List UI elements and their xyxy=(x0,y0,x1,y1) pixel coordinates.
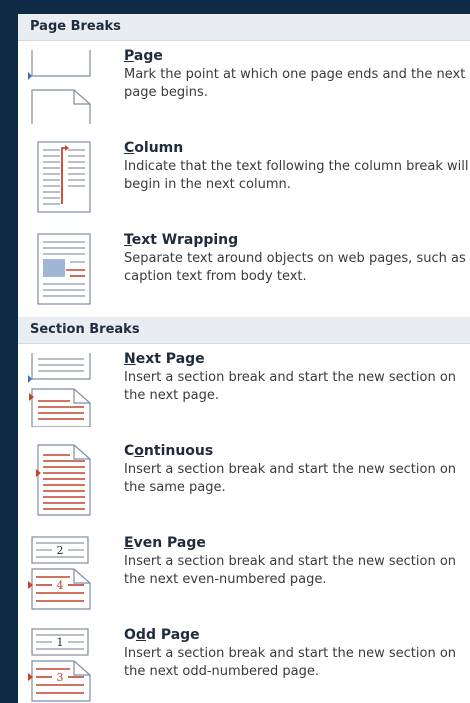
odd-page-section-icon: 1 3 xyxy=(18,625,104,703)
continuous-section-icon xyxy=(18,441,104,521)
title-rest: age xyxy=(133,48,163,64)
title-rest: d Page xyxy=(145,627,200,643)
menu-item-description: Separate text around objects on web page… xyxy=(124,251,466,284)
text-wrapping-break-icon xyxy=(18,230,104,310)
title-rest: ext Page xyxy=(135,351,205,367)
title-rest: ext Wrapping xyxy=(131,232,239,248)
title-rest: ntinuous xyxy=(143,443,214,459)
page-number-2: 2 xyxy=(57,544,64,557)
access-key: C xyxy=(124,140,135,156)
menu-item-description: Mark the point at which one page ends an… xyxy=(124,67,466,100)
title-prefix: O xyxy=(124,627,136,643)
menu-item-description: Indicate that the text following the col… xyxy=(124,159,469,192)
menu-item-description: Insert a section break and start the new… xyxy=(124,554,457,587)
menu-item-column[interactable]: Column Indicate that the text following … xyxy=(18,133,470,225)
title-rest: olumn xyxy=(134,140,184,156)
menu-item-title: Text Wrapping xyxy=(124,230,470,250)
menu-item-title: Odd Page xyxy=(124,625,470,645)
menu-item-even-page[interactable]: 2 4 Even Page Insert a section break and… xyxy=(18,528,470,620)
access-key: N xyxy=(124,351,136,367)
access-key: d xyxy=(135,627,146,643)
page-number-4: 4 xyxy=(57,579,64,592)
page-number-1: 1 xyxy=(57,636,64,649)
access-key: E xyxy=(124,535,134,551)
page-break-icon xyxy=(18,46,104,126)
section-header-page-breaks: Page Breaks xyxy=(18,14,470,41)
menu-item-title: Page xyxy=(124,46,470,66)
access-key: P xyxy=(124,48,134,64)
section-header-section-breaks: Section Breaks xyxy=(18,317,470,344)
menu-item-title: Column xyxy=(124,138,470,158)
menu-item-continuous[interactable]: Continuous Insert a section break and st… xyxy=(18,436,470,528)
even-page-section-icon: 2 4 xyxy=(18,533,104,613)
title-rest: ven Page xyxy=(133,535,206,551)
menu-item-text-wrapping[interactable]: Text Wrapping Separate text around objec… xyxy=(18,225,470,317)
menu-item-title: Next Page xyxy=(124,349,470,369)
access-key: T xyxy=(124,232,132,248)
menu-item-description: Insert a section break and start the new… xyxy=(124,370,457,403)
menu-item-next-page[interactable]: Next Page Insert a section break and sta… xyxy=(18,344,470,436)
menu-item-description: Insert a section break and start the new… xyxy=(124,462,457,495)
page-number-3: 3 xyxy=(57,671,64,684)
next-page-section-icon xyxy=(18,349,104,429)
title-prefix: C xyxy=(124,443,135,459)
breaks-menu: Page Breaks Page Mark the point at which… xyxy=(18,14,470,703)
menu-item-odd-page[interactable]: 1 3 Odd Page Insert a section break and … xyxy=(18,620,470,703)
menu-item-title: Continuous xyxy=(124,441,470,461)
menu-item-title: Even Page xyxy=(124,533,470,553)
column-break-icon xyxy=(18,138,104,218)
menu-item-description: Insert a section break and start the new… xyxy=(124,646,457,679)
access-key: o xyxy=(134,443,144,459)
menu-item-page[interactable]: Page Mark the point at which one page en… xyxy=(18,41,470,133)
